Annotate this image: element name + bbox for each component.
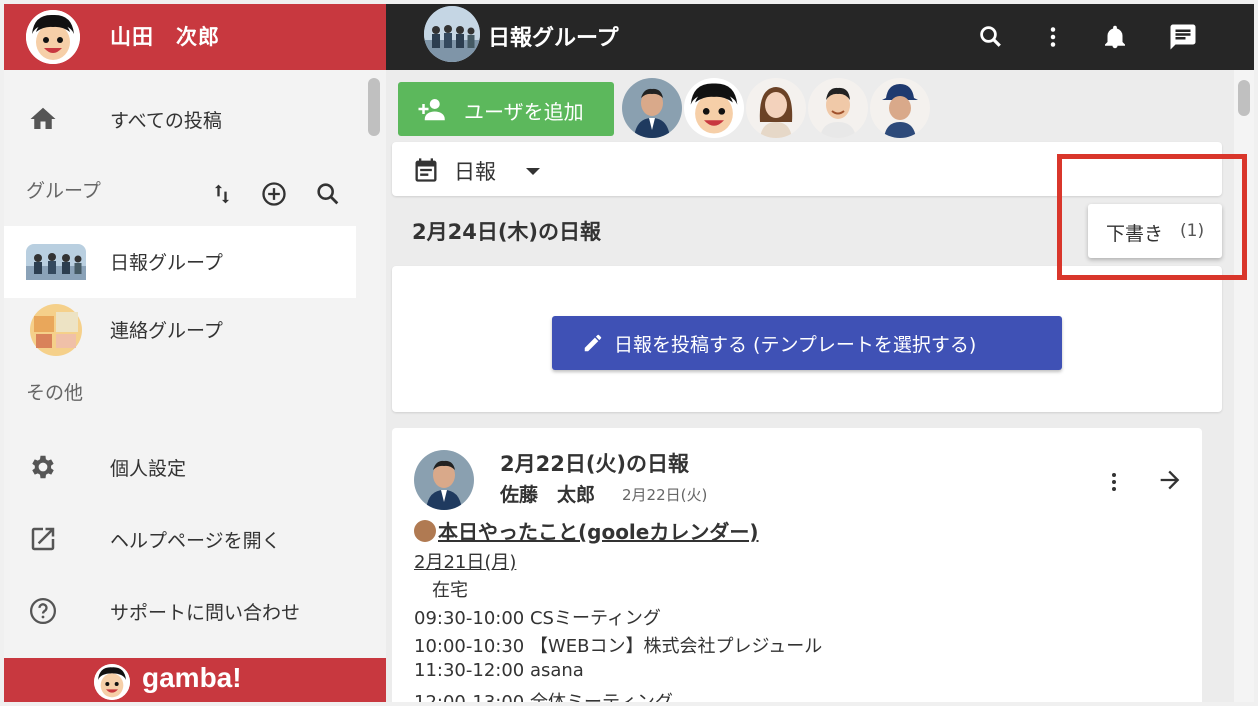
drafts-label: 下書き: [1106, 223, 1164, 245]
sidebar-item-daily-report-group[interactable]: 日報グループ: [4, 226, 356, 298]
search-group-icon[interactable]: [314, 180, 342, 208]
group-thumbnail: [26, 244, 86, 280]
chevron-down-icon: [526, 168, 540, 175]
pencil-icon: [582, 332, 604, 354]
member-avatar[interactable]: [746, 78, 806, 138]
report-line: 11:30-12:00 asana: [414, 660, 584, 681]
sidebar-scrollbar[interactable]: [364, 70, 386, 360]
sidebar-item-label: 連絡グループ: [110, 320, 223, 342]
main-content: ユーザを追加 日報 2月24日(木)の日報 下書き (1) 日報を投稿する (テ…: [386, 70, 1234, 702]
report-sub-date[interactable]: 2月21日(月): [414, 548, 516, 574]
sort-icon[interactable]: [208, 180, 236, 208]
add-user-button[interactable]: ユーザを追加: [398, 82, 614, 136]
filter-label: 日報: [454, 160, 496, 184]
app-window: 山田 次郎 すべての投稿 グループ 日報グループ 連絡グループ その他 個人設定…: [4, 4, 1254, 702]
date-heading: 2月24日(木)の日報: [412, 220, 602, 244]
gamba-logo-icon: [94, 664, 130, 700]
member-avatar[interactable]: [870, 78, 930, 138]
sidebar-header: 山田 次郎: [4, 4, 386, 70]
gamba-logo-text: gamba!: [142, 662, 242, 693]
member-avatar[interactable]: [684, 78, 744, 138]
main-scrollbar[interactable]: [1234, 70, 1254, 702]
sidebar-item-personal-settings[interactable]: 個人設定: [4, 436, 356, 496]
home-icon: [28, 104, 58, 134]
group-thumbnail: [26, 304, 86, 356]
topbar: 日報グループ: [386, 4, 1254, 70]
chat-icon[interactable]: [1168, 22, 1198, 52]
add-group-icon[interactable]: [260, 180, 288, 208]
monkey-emoji-icon: [414, 520, 436, 542]
search-icon[interactable]: [976, 22, 1006, 52]
report-type-filter[interactable]: 日報: [392, 142, 1222, 196]
report-title[interactable]: 2月22日(火)の日報: [500, 448, 689, 478]
scrollbar-thumb[interactable]: [368, 78, 380, 136]
help-circle-icon: [28, 596, 58, 626]
report-date: 2月22日(火): [622, 486, 708, 504]
sidebar-footer: gamba!: [4, 658, 386, 702]
sidebar: 山田 次郎 すべての投稿 グループ 日報グループ 連絡グループ その他 個人設定…: [4, 4, 386, 702]
user-name: 山田 次郎: [110, 25, 220, 49]
external-link-icon: [28, 524, 58, 554]
person-add-icon: [416, 95, 446, 123]
sidebar-item-all-posts[interactable]: すべての投稿: [4, 88, 356, 148]
report-line: 10:00-10:30 【WEBコン】株式会社プレジュール: [414, 636, 823, 657]
sidebar-item-contact-group[interactable]: 連絡グループ: [4, 300, 356, 362]
sidebar-item-help-page[interactable]: ヘルプページを開く: [4, 508, 356, 568]
post-report-button[interactable]: 日報を投稿する (テンプレートを選択する): [552, 316, 1062, 370]
groups-section-label: グループ: [26, 180, 101, 202]
group-title: 日報グループ: [488, 26, 619, 51]
sidebar-item-label: 日報グループ: [110, 252, 223, 274]
report-line: 09:30-10:00 CSミーティング: [414, 608, 661, 629]
report-line: 在宅: [414, 580, 468, 601]
report-card: 2月22日(火)の日報 佐藤 太郎 2月22日(火) 本日やったこと(goole…: [392, 428, 1202, 702]
more-vert-icon[interactable]: [1104, 468, 1124, 496]
post-report-label: 日報を投稿する (テンプレートを選択する): [614, 334, 977, 356]
other-section-label: その他: [26, 382, 84, 404]
add-user-label: ユーザを追加: [464, 100, 584, 124]
report-line: 12:00-13:00 全体ミーティング: [414, 688, 673, 702]
gear-icon: [28, 452, 58, 482]
author-avatar[interactable]: [414, 450, 474, 510]
calendar-icon: [412, 156, 440, 184]
new-post-card: 日報を投稿する (テンプレートを選択する): [392, 266, 1222, 412]
drafts-count: (1): [1180, 221, 1205, 241]
sidebar-item-label: すべての投稿: [110, 110, 222, 132]
sidebar-item-label: ヘルプページを開く: [110, 530, 281, 552]
group-avatar: [424, 6, 480, 62]
member-avatar[interactable]: [808, 78, 868, 138]
scrollbar-thumb[interactable]: [1238, 80, 1250, 116]
more-vert-icon[interactable]: [1038, 22, 1068, 52]
arrow-right-icon[interactable]: [1156, 466, 1184, 494]
drafts-button[interactable]: 下書き (1): [1088, 204, 1222, 258]
member-avatar[interactable]: [622, 78, 682, 138]
user-avatar[interactable]: [26, 10, 80, 64]
report-section-title[interactable]: 本日やったこと(gooleカレンダー): [414, 516, 759, 545]
sidebar-item-label: サポートに問い合わせ: [110, 602, 301, 624]
sidebar-item-label: 個人設定: [110, 458, 187, 480]
report-author: 佐藤 太郎: [500, 484, 596, 506]
sidebar-item-support[interactable]: サポートに問い合わせ: [4, 580, 356, 640]
bell-icon[interactable]: [1100, 22, 1130, 52]
